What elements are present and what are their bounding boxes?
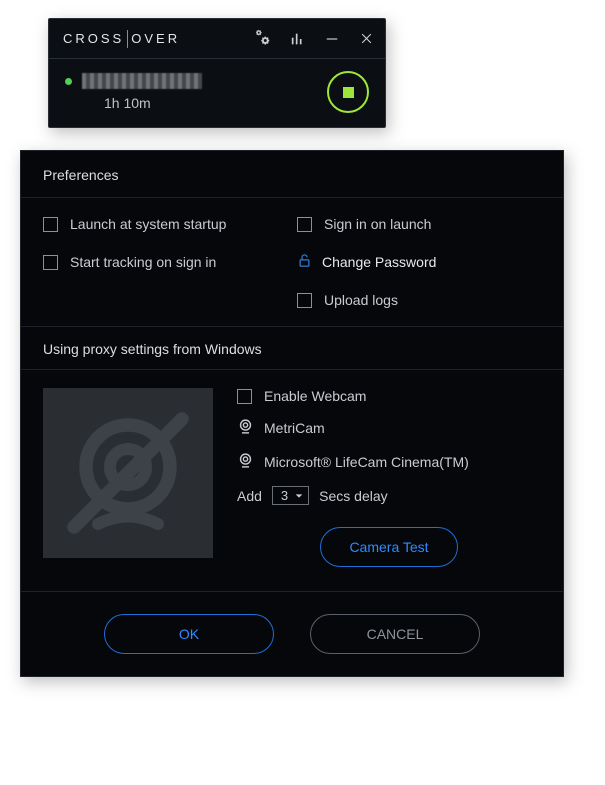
footer: OK CANCEL [21, 592, 563, 676]
checkbox-label: Enable Webcam [264, 388, 366, 404]
preferences-panel: Preferences Launch at system startup Sig… [20, 150, 564, 677]
webcam-disabled-icon [53, 398, 203, 548]
delay-add-label: Add [237, 488, 262, 504]
camera-option-metricam[interactable]: MetriCam [237, 418, 541, 438]
checkbox-label: Sign in on launch [324, 216, 431, 232]
brand-left: CROSS [63, 31, 124, 46]
brand-right: OVER [131, 31, 180, 46]
checkbox-box-icon [297, 217, 312, 232]
webcam-section: Enable Webcam MetriCam Microsoft® LifeCa… [21, 370, 563, 592]
minimize-icon[interactable] [323, 30, 341, 48]
widget-body: 1h 10m [49, 59, 385, 127]
tracked-duration: 1h 10m [104, 95, 327, 111]
general-options: Launch at system startup Sign in on laun… [21, 198, 563, 327]
widget-header: CROSS OVER [49, 19, 385, 59]
cancel-button[interactable]: CANCEL [310, 614, 480, 654]
user-name-redacted [82, 73, 202, 89]
camera-test-button[interactable]: Camera Test [320, 527, 457, 567]
camera-name: Microsoft® LifeCam Cinema(TM) [264, 454, 469, 470]
chevron-down-icon [294, 491, 304, 501]
preferences-title: Preferences [21, 151, 563, 198]
checkbox-label: Start tracking on sign in [70, 254, 216, 270]
camera-name: MetriCam [264, 420, 325, 436]
checkbox-start-tracking[interactable]: Start tracking on sign in [43, 254, 287, 270]
brand-separator [127, 30, 128, 48]
checkbox-launch-startup[interactable]: Launch at system startup [43, 216, 287, 232]
tracker-widget: CROSS OVER 1h 10m [48, 18, 386, 128]
checkbox-upload-logs[interactable]: Upload logs [297, 292, 541, 308]
close-icon[interactable] [357, 30, 375, 48]
brand-logo: CROSS OVER [63, 30, 255, 48]
ok-button[interactable]: OK [104, 614, 274, 654]
camera-test-label: Camera Test [349, 539, 428, 555]
checkbox-box-icon [43, 255, 58, 270]
checkbox-box-icon [237, 389, 252, 404]
lock-icon [297, 252, 312, 272]
checkbox-box-icon [43, 217, 58, 232]
stop-icon [343, 87, 354, 98]
checkbox-label: Upload logs [324, 292, 398, 308]
webcam-icon [237, 452, 254, 472]
checkbox-enable-webcam[interactable]: Enable Webcam [237, 388, 541, 404]
webcam-icon [237, 418, 254, 438]
webcam-preview-placeholder [43, 388, 213, 558]
stats-icon[interactable] [289, 30, 307, 48]
change-password-link[interactable]: Change Password [297, 252, 541, 272]
ok-label: OK [179, 626, 199, 642]
checkbox-sign-in-launch[interactable]: Sign in on launch [297, 216, 541, 232]
checkbox-box-icon [297, 293, 312, 308]
camera-option-lifecam[interactable]: Microsoft® LifeCam Cinema(TM) [237, 452, 541, 472]
status-dot-icon [65, 78, 72, 85]
delay-suffix: Secs delay [319, 488, 387, 504]
delay-select[interactable]: 3 [272, 486, 309, 505]
delay-value: 3 [281, 488, 288, 503]
cancel-label: CANCEL [367, 626, 424, 642]
stop-button[interactable] [327, 71, 369, 113]
delay-row: Add 3 Secs delay [237, 486, 541, 505]
change-password-label: Change Password [322, 254, 436, 270]
settings-icon[interactable] [255, 30, 273, 48]
checkbox-label: Launch at system startup [70, 216, 226, 232]
proxy-heading: Using proxy settings from Windows [21, 327, 563, 370]
